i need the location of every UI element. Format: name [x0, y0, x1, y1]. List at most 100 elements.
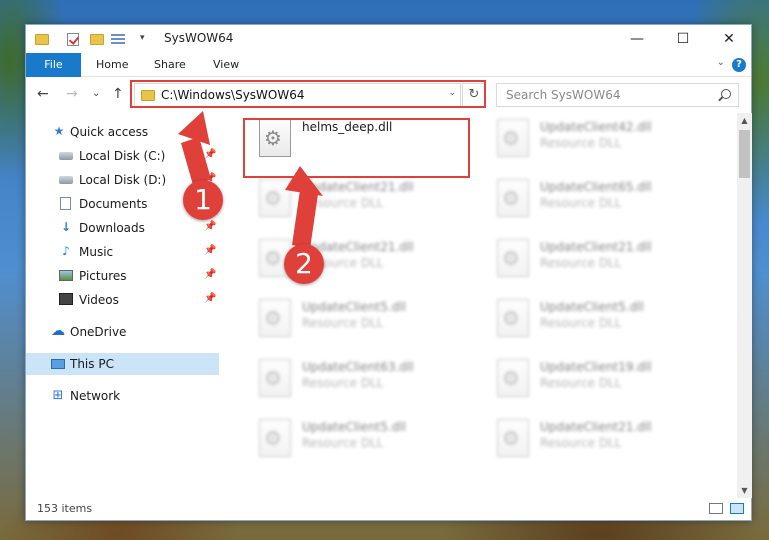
sidebar-item-videos[interactable]: Videos 📌: [26, 289, 219, 311]
file-item[interactable]: UpdateClient42.dll Resource DLL: [485, 113, 715, 169]
folder-icon[interactable]: [35, 31, 51, 47]
sidebar-item-pictures[interactable]: Pictures 📌: [26, 265, 219, 287]
sidebar-item-local-disk-c[interactable]: Local Disk (C:) 📌: [26, 145, 219, 167]
scroll-up-icon[interactable]: ▲: [737, 113, 752, 128]
file-item[interactable]: UpdateClient19.dll Resource DLL: [485, 353, 715, 409]
disk-icon: [59, 176, 73, 184]
file-name: UpdateClient5.dll: [302, 300, 406, 314]
pictures-icon: [59, 270, 73, 281]
close-button[interactable]: ✕: [706, 25, 752, 53]
dll-file-icon: [497, 179, 529, 217]
sidebar-item-label: Local Disk (D:): [79, 173, 167, 187]
file-highlight-box: [243, 118, 470, 178]
file-type: Resource DLL: [302, 436, 384, 450]
file-item[interactable]: UpdateClient65.dll Resource DLL: [485, 173, 715, 229]
ribbon-expand-icon[interactable]: ⌄: [717, 57, 725, 68]
customize-toolbar-icon[interactable]: ▾: [140, 33, 150, 49]
properties-list-icon[interactable]: [111, 31, 127, 47]
recent-locations-icon[interactable]: ⌄: [92, 88, 100, 99]
sidebar-item-onedrive[interactable]: ☁ OneDrive: [26, 321, 219, 343]
file-item[interactable]: UpdateClient5.dll Resource DLL: [485, 293, 715, 349]
file-type: Resource DLL: [540, 196, 622, 210]
music-icon: ♪: [62, 244, 70, 258]
dll-file-icon: [497, 299, 529, 337]
help-icon[interactable]: ?: [732, 58, 746, 72]
cloud-icon: ☁: [51, 323, 65, 339]
sidebar-item-label: Local Disk (C:): [79, 149, 166, 163]
search-icon[interactable]: [721, 89, 731, 99]
file-type: Resource DLL: [540, 376, 622, 390]
file-type: Resource DLL: [540, 256, 622, 270]
search-box[interactable]: Search SysWOW64: [496, 83, 739, 107]
star-icon: ★: [53, 124, 65, 138]
file-name: UpdateClient42.dll: [540, 120, 652, 134]
tab-share[interactable]: Share: [154, 53, 186, 77]
pin-icon[interactable]: 📌: [204, 221, 216, 232]
tab-view[interactable]: View: [213, 53, 239, 77]
network-icon: ⊞: [52, 388, 64, 403]
navigation-pane: ★ Quick access Local Disk (C:) 📌 Local D…: [26, 113, 219, 498]
sidebar-item-quick-access[interactable]: ★ Quick access: [26, 121, 219, 143]
sidebar-item-downloads[interactable]: ↓ Downloads 📌: [26, 217, 219, 239]
file-item[interactable]: UpdateClient21.dll Resource DLL: [485, 233, 715, 289]
new-folder-icon[interactable]: [90, 31, 106, 47]
scroll-down-icon[interactable]: ▼: [737, 483, 752, 498]
properties-check-icon[interactable]: [67, 31, 81, 47]
file-item[interactable]: UpdateClient63.dll Resource DLL: [247, 353, 477, 409]
pin-icon[interactable]: 📌: [204, 269, 216, 280]
file-name: UpdateClient21.dll: [540, 240, 652, 254]
dll-file-icon: [259, 179, 291, 217]
file-type: Resource DLL: [540, 316, 622, 330]
file-item[interactable]: UpdateClient5.dll Resource DLL: [247, 413, 477, 469]
sidebar-item-label: This PC: [70, 357, 114, 371]
dll-file-icon: [497, 119, 529, 157]
up-arrow-icon[interactable]: ↑: [112, 86, 124, 102]
details-view-icon[interactable]: [709, 503, 723, 514]
tab-home[interactable]: Home: [96, 53, 128, 77]
sidebar-item-label: Documents: [79, 197, 148, 211]
item-count: 153 items: [37, 502, 93, 515]
sidebar-item-network[interactable]: ⊞ Network: [26, 385, 219, 407]
file-item[interactable]: UpdateClient21.dll Resource DLL: [485, 413, 715, 469]
dll-file-icon: [497, 239, 529, 277]
computer-icon: [51, 359, 65, 369]
title-bar: ▾ SysWOW64 — ☐ ✕: [26, 25, 751, 53]
back-arrow-icon[interactable]: ←: [37, 86, 49, 102]
window-title: SysWOW64: [164, 31, 234, 45]
scroll-thumb[interactable]: [739, 130, 750, 178]
sidebar-item-label: Downloads: [79, 221, 145, 235]
sidebar-item-label: Network: [70, 389, 121, 403]
dll-file-icon: [259, 299, 291, 337]
file-item[interactable]: UpdateClient21.dll Resource DLL: [247, 173, 477, 229]
pin-icon[interactable]: 📌: [204, 245, 216, 256]
file-name: UpdateClient63.dll: [302, 360, 414, 374]
sidebar-item-this-pc[interactable]: This PC: [26, 353, 219, 375]
file-name: UpdateClient65.dll: [540, 180, 652, 194]
tab-file[interactable]: File: [26, 53, 81, 77]
sidebar-item-label: Pictures: [79, 269, 127, 283]
file-name: UpdateClient19.dll: [540, 360, 652, 374]
file-item[interactable]: UpdateClient21.dll Resource DLL: [247, 233, 477, 289]
sidebar-item-label: Videos: [79, 293, 119, 307]
file-name: UpdateClient5.dll: [302, 420, 406, 434]
sidebar-item-label: Music: [79, 245, 114, 259]
pin-icon[interactable]: 📌: [204, 149, 216, 160]
file-item[interactable]: UpdateClient5.dll Resource DLL: [247, 293, 477, 349]
large-icons-view-icon[interactable]: [730, 503, 744, 514]
file-name: UpdateClient21.dll: [302, 180, 414, 194]
dll-file-icon: [497, 359, 529, 397]
pin-icon[interactable]: 📌: [204, 293, 216, 304]
forward-arrow-icon[interactable]: →: [66, 86, 78, 102]
maximize-button[interactable]: ☐: [660, 25, 706, 53]
sidebar-item-music[interactable]: ♪ Music 📌: [26, 241, 219, 263]
file-type: Resource DLL: [540, 436, 622, 450]
file-type: Resource DLL: [540, 136, 622, 150]
file-type: Resource DLL: [302, 376, 384, 390]
document-icon: [60, 197, 71, 210]
vertical-scrollbar[interactable]: ▲ ▼: [737, 113, 752, 498]
file-name: UpdateClient21.dll: [540, 420, 652, 434]
dll-file-icon: [259, 359, 291, 397]
minimize-button[interactable]: —: [614, 25, 660, 53]
ribbon: File Home Share View ⌄ ?: [26, 53, 751, 77]
search-placeholder: Search SysWOW64: [506, 88, 621, 102]
